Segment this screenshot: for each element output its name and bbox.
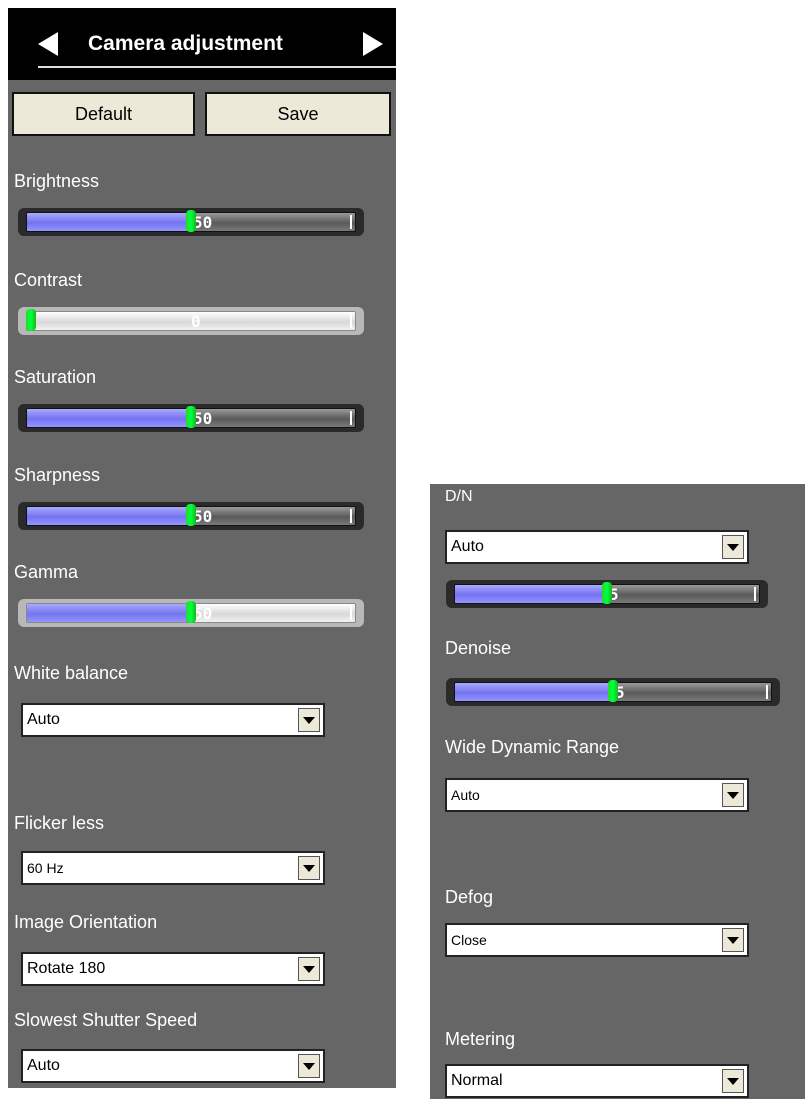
contrast-label: Contrast [14,270,83,290]
sharpness-label: Sharpness [14,465,101,485]
default-button[interactable]: Default [12,92,195,136]
chevron-down-icon [303,965,315,973]
chevron-down-icon [727,936,739,944]
flicker-less-value: 60 Hz [27,860,64,876]
dropdown-button[interactable] [298,957,320,981]
denoise-slider-handle[interactable] [608,680,618,702]
gamma-slider-handle[interactable] [186,601,196,623]
header-divider [38,66,396,68]
dropdown-button[interactable] [722,1069,744,1093]
metering-select[interactable]: Normal [445,1064,749,1098]
dropdown-button[interactable] [298,1054,320,1078]
slider-fill [27,604,192,622]
gamma-label: Gamma [14,562,79,582]
dropdown-button[interactable] [298,708,320,732]
slider-end-mark [754,587,756,601]
sharpness-slider-handle[interactable] [186,504,196,526]
slider-end-mark [350,606,352,620]
denoise-label: Denoise [445,638,512,658]
defog-select[interactable]: Close [445,923,749,957]
gamma-slider[interactable]: 50 [18,599,364,627]
dropdown-button[interactable] [722,928,744,952]
white-balance-label: White balance [14,663,129,683]
slider-end-mark [350,509,352,523]
slider-fill [455,683,614,701]
flicker-less-select[interactable]: 60 Hz [21,851,325,885]
metering-value: Normal [451,1072,503,1089]
slider-fill [27,507,192,525]
contrast-slider[interactable]: 0 [18,307,364,335]
wdr-label: Wide Dynamic Range [445,737,620,757]
white-balance-select[interactable]: Auto [21,703,325,737]
flicker-less-label: Flicker less [14,813,105,833]
defog-label: Defog [445,887,494,907]
dn-label: D/N [445,488,473,505]
save-button[interactable]: Save [205,92,391,136]
denoise-slider[interactable]: 5 [446,678,780,706]
brightness-label: Brightness [14,171,100,191]
image-orientation-value: Rotate 180 [27,960,106,977]
panel-header: Camera adjustment [8,8,396,80]
image-orientation-label: Image Orientation [14,912,158,932]
dropdown-button[interactable] [722,783,744,807]
shutter-speed-label: Slowest Shutter Speed [14,1010,198,1030]
brightness-slider-handle[interactable] [186,210,196,232]
slider-fill [455,585,608,603]
previous-arrow-icon[interactable] [38,32,58,56]
chevron-down-icon [727,543,739,551]
slider-end-mark [766,685,768,699]
contrast-value: 0 [191,311,201,331]
chevron-down-icon [303,716,315,724]
dn-select[interactable]: Auto [445,530,749,564]
chevron-down-icon [727,791,739,799]
dropdown-button[interactable] [298,856,320,880]
wdr-value: Auto [451,787,480,803]
white-balance-value: Auto [27,711,60,728]
chevron-down-icon [303,864,315,872]
metering-label: Metering [445,1029,516,1049]
saturation-slider[interactable]: 50 [18,404,364,432]
shutter-speed-select[interactable]: Auto [21,1049,325,1083]
slider-fill [27,213,192,231]
dropdown-button[interactable] [722,535,744,559]
dn-slider[interactable]: 5 [446,580,768,608]
contrast-slider-handle[interactable] [26,309,36,331]
sharpness-slider[interactable]: 50 [18,502,364,530]
image-orientation-select[interactable]: Rotate 180 [21,952,325,986]
slider-fill [27,409,192,427]
saturation-label: Saturation [14,367,97,387]
panel-title: Camera adjustment [88,32,283,55]
saturation-slider-handle[interactable] [186,406,196,428]
brightness-slider[interactable]: 50 [18,208,364,236]
advanced-settings-panel: D/N Auto 5 Denoise 5 Wide Dynamic Range … [430,484,805,1099]
chevron-down-icon [303,1062,315,1070]
next-arrow-icon[interactable] [363,32,383,56]
defog-value: Close [451,932,487,948]
chevron-down-icon [727,1077,739,1085]
slider-end-mark [350,215,352,229]
shutter-speed-value: Auto [27,1057,60,1074]
dn-value: Auto [451,538,484,555]
slider-end-mark [350,411,352,425]
slider-end-mark [350,314,352,328]
dn-slider-handle[interactable] [602,582,612,604]
camera-adjustment-panel: Camera adjustment Default Save Brightnes… [8,8,396,1088]
wdr-select[interactable]: Auto [445,778,749,812]
